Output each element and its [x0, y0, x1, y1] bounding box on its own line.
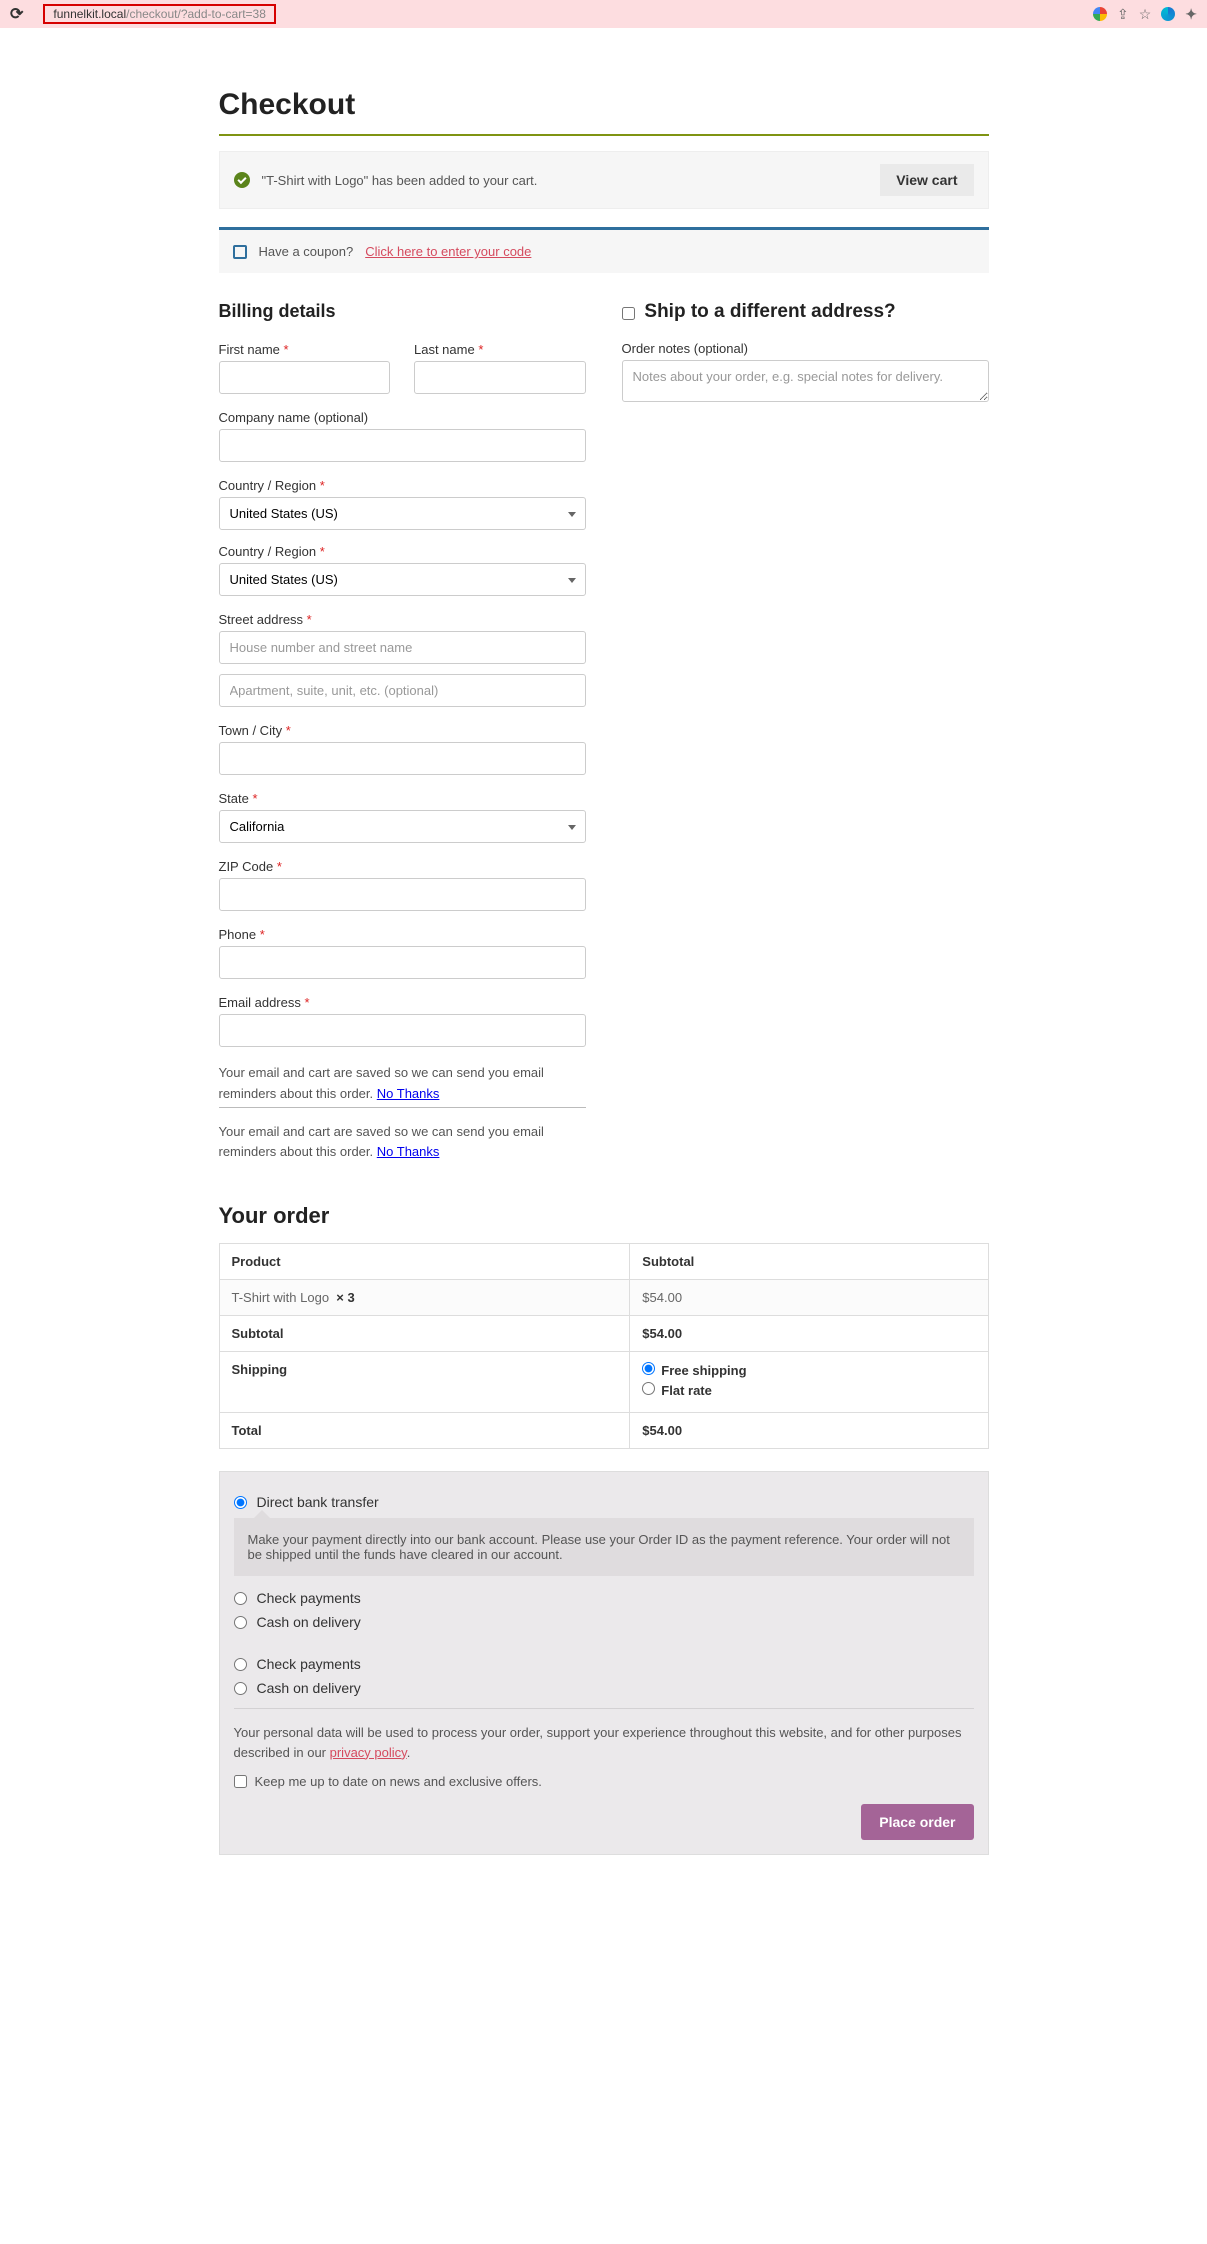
order-notes-label: Order notes (optional) [622, 341, 989, 356]
cart-notice: "T-Shirt with Logo" has been added to yo… [219, 151, 989, 209]
street1-input[interactable] [219, 631, 586, 664]
title-rule [219, 134, 989, 136]
no-thanks-link-2[interactable]: No Thanks [377, 1144, 440, 1159]
country-label-dup: Country / Region * [219, 544, 586, 559]
url-path: /checkout/?add-to-cart=38 [126, 7, 266, 21]
country-select[interactable] [219, 497, 586, 530]
browser-bar: ⟳ funnelkit.local/checkout/?add-to-cart=… [0, 0, 1207, 28]
no-thanks-link-1[interactable]: No Thanks [377, 1086, 440, 1101]
view-cart-button[interactable]: View cart [880, 164, 973, 196]
ship-diff-checkbox[interactable] [622, 307, 635, 320]
url-bar[interactable]: funnelkit.local/checkout/?add-to-cart=38 [33, 1, 1083, 27]
order-notes-textarea[interactable] [622, 360, 989, 402]
coupon-link[interactable]: Click here to enter your code [365, 244, 531, 259]
first-name-label: First name * [219, 342, 391, 357]
last-name-input[interactable] [414, 361, 586, 394]
privacy-text: Your personal data will be used to proce… [234, 1708, 974, 1840]
payment-box: Direct bank transfer Make your payment d… [219, 1471, 989, 1855]
pay-bank-desc: Make your payment directly into our bank… [234, 1518, 974, 1576]
email-input[interactable] [219, 1014, 586, 1047]
item-total: $54.00 [630, 1280, 988, 1316]
google-icon[interactable] [1093, 7, 1107, 21]
newsletter-label: Keep me up to date on news and exclusive… [255, 1772, 542, 1792]
table-row: Subtotal $54.00 [219, 1316, 988, 1352]
last-name-label: Last name * [414, 342, 586, 357]
place-order-button[interactable]: Place order [861, 1804, 973, 1840]
order-table: Product Subtotal T-Shirt with Logo × 3 $… [219, 1243, 989, 1449]
check-icon [234, 172, 250, 188]
pay-bank-radio[interactable] [234, 1496, 247, 1509]
city-input[interactable] [219, 742, 586, 775]
ship-flat-radio[interactable] [642, 1382, 655, 1395]
item-qty: × 3 [336, 1290, 354, 1305]
col-subtotal: Subtotal [630, 1244, 988, 1280]
share-icon[interactable]: ⇪ [1117, 6, 1129, 23]
page-title: Checkout [219, 88, 989, 122]
total-label: Total [219, 1413, 630, 1449]
coupon-prompt: Have a coupon? [259, 244, 354, 259]
coupon-icon [233, 245, 247, 259]
company-label: Company name (optional) [219, 410, 586, 425]
star-icon[interactable]: ☆ [1139, 6, 1152, 23]
zip-input[interactable] [219, 878, 586, 911]
pay-check2-radio[interactable] [234, 1658, 247, 1671]
table-row: Shipping Free shipping Flat rate [219, 1352, 988, 1413]
company-input[interactable] [219, 429, 586, 462]
notice-text: "T-Shirt with Logo" has been added to yo… [262, 173, 538, 188]
street2-input[interactable] [219, 674, 586, 707]
pay-bank-label: Direct bank transfer [257, 1494, 379, 1510]
pay-check2-label: Check payments [257, 1656, 361, 1672]
phone-label: Phone * [219, 927, 586, 942]
privacy-link[interactable]: privacy policy [330, 1745, 407, 1760]
col-product: Product [219, 1244, 630, 1280]
newsletter-checkbox[interactable] [234, 1775, 247, 1788]
reminder-text-2: Your email and cart are saved so we can … [219, 1122, 586, 1164]
billing-heading: Billing details [219, 301, 586, 322]
email-label: Email address * [219, 995, 586, 1010]
item-name: T-Shirt with Logo [232, 1290, 330, 1305]
pay-cod1-radio[interactable] [234, 1616, 247, 1629]
phone-input[interactable] [219, 946, 586, 979]
country-label: Country / Region * [219, 478, 586, 493]
subtotal-label: Subtotal [219, 1316, 630, 1352]
zip-label: ZIP Code * [219, 859, 586, 874]
pay-check1-radio[interactable] [234, 1592, 247, 1605]
street-label: Street address * [219, 612, 586, 627]
ship-heading: Ship to a different address? [644, 301, 895, 322]
subtotal-value: $54.00 [630, 1316, 988, 1352]
table-row: T-Shirt with Logo × 3 $54.00 [219, 1280, 988, 1316]
pay-check1-label: Check payments [257, 1590, 361, 1606]
shipping-label: Shipping [219, 1352, 630, 1413]
table-row: Total $54.00 [219, 1413, 988, 1449]
extension-icon[interactable] [1161, 7, 1175, 21]
pay-cod2-label: Cash on delivery [257, 1680, 361, 1696]
state-select[interactable] [219, 810, 586, 843]
pay-cod2-radio[interactable] [234, 1682, 247, 1695]
state-label: State * [219, 791, 586, 806]
country-select-dup[interactable] [219, 563, 586, 596]
puzzle-icon[interactable]: ✦ [1185, 6, 1197, 23]
ship-free-radio[interactable] [642, 1362, 655, 1375]
url-host: funnelkit.local [53, 7, 126, 21]
total-value: $54.00 [630, 1413, 988, 1449]
first-name-input[interactable] [219, 361, 391, 394]
coupon-bar: Have a coupon? Click here to enter your … [219, 227, 989, 273]
reload-icon[interactable]: ⟳ [10, 4, 23, 24]
city-label: Town / City * [219, 723, 586, 738]
pay-cod1-label: Cash on delivery [257, 1614, 361, 1630]
reminder-text-1: Your email and cart are saved so we can … [219, 1063, 586, 1108]
your-order-heading: Your order [219, 1203, 989, 1229]
